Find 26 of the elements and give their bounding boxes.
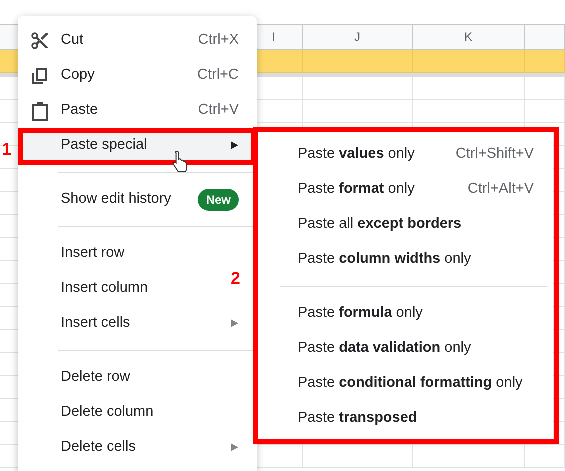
menu-item[interactable]: Paste formula only [258,296,553,331]
annotation-number: 2 [231,268,240,290]
menu-item[interactable]: Insert row [18,236,223,271]
menu-item[interactable]: Copy Ctrl+C [18,58,257,93]
annotation-number: 1 [2,139,12,161]
menu-item[interactable]: Paste column widths only [258,242,553,277]
clipboard-icon [30,100,48,120]
menu-item[interactable]: Paste conditional formatting only [258,366,553,401]
new-badge: New [198,188,239,210]
hand-cursor-icon [172,150,189,172]
column-header[interactable]: K [413,25,525,49]
menu-item[interactable]: Paste format only Ctrl+Alt+V [258,172,553,207]
scissors-icon [30,30,50,50]
menu-item[interactable]: Paste values only Ctrl+Shift+V [258,137,553,172]
menu-item[interactable]: Insert cells [18,306,257,341]
menu-item[interactable]: Paste all except borders [258,207,553,242]
menu-item[interactable]: Paste Ctrl+V [18,93,257,128]
menu-item[interactable]: Show edit history New [18,182,257,217]
menu-item[interactable]: Delete row [18,360,223,395]
copy-icon [30,66,48,84]
menu-item[interactable]: Insert column [18,271,223,306]
menu-item[interactable]: Paste transposed [258,401,553,436]
column-header[interactable]: J [303,25,413,49]
menu-item[interactable]: Paste data validation only [258,331,553,366]
menu-item[interactable]: Delete column [18,395,223,430]
menu-item[interactable]: Delete cells [18,430,257,465]
